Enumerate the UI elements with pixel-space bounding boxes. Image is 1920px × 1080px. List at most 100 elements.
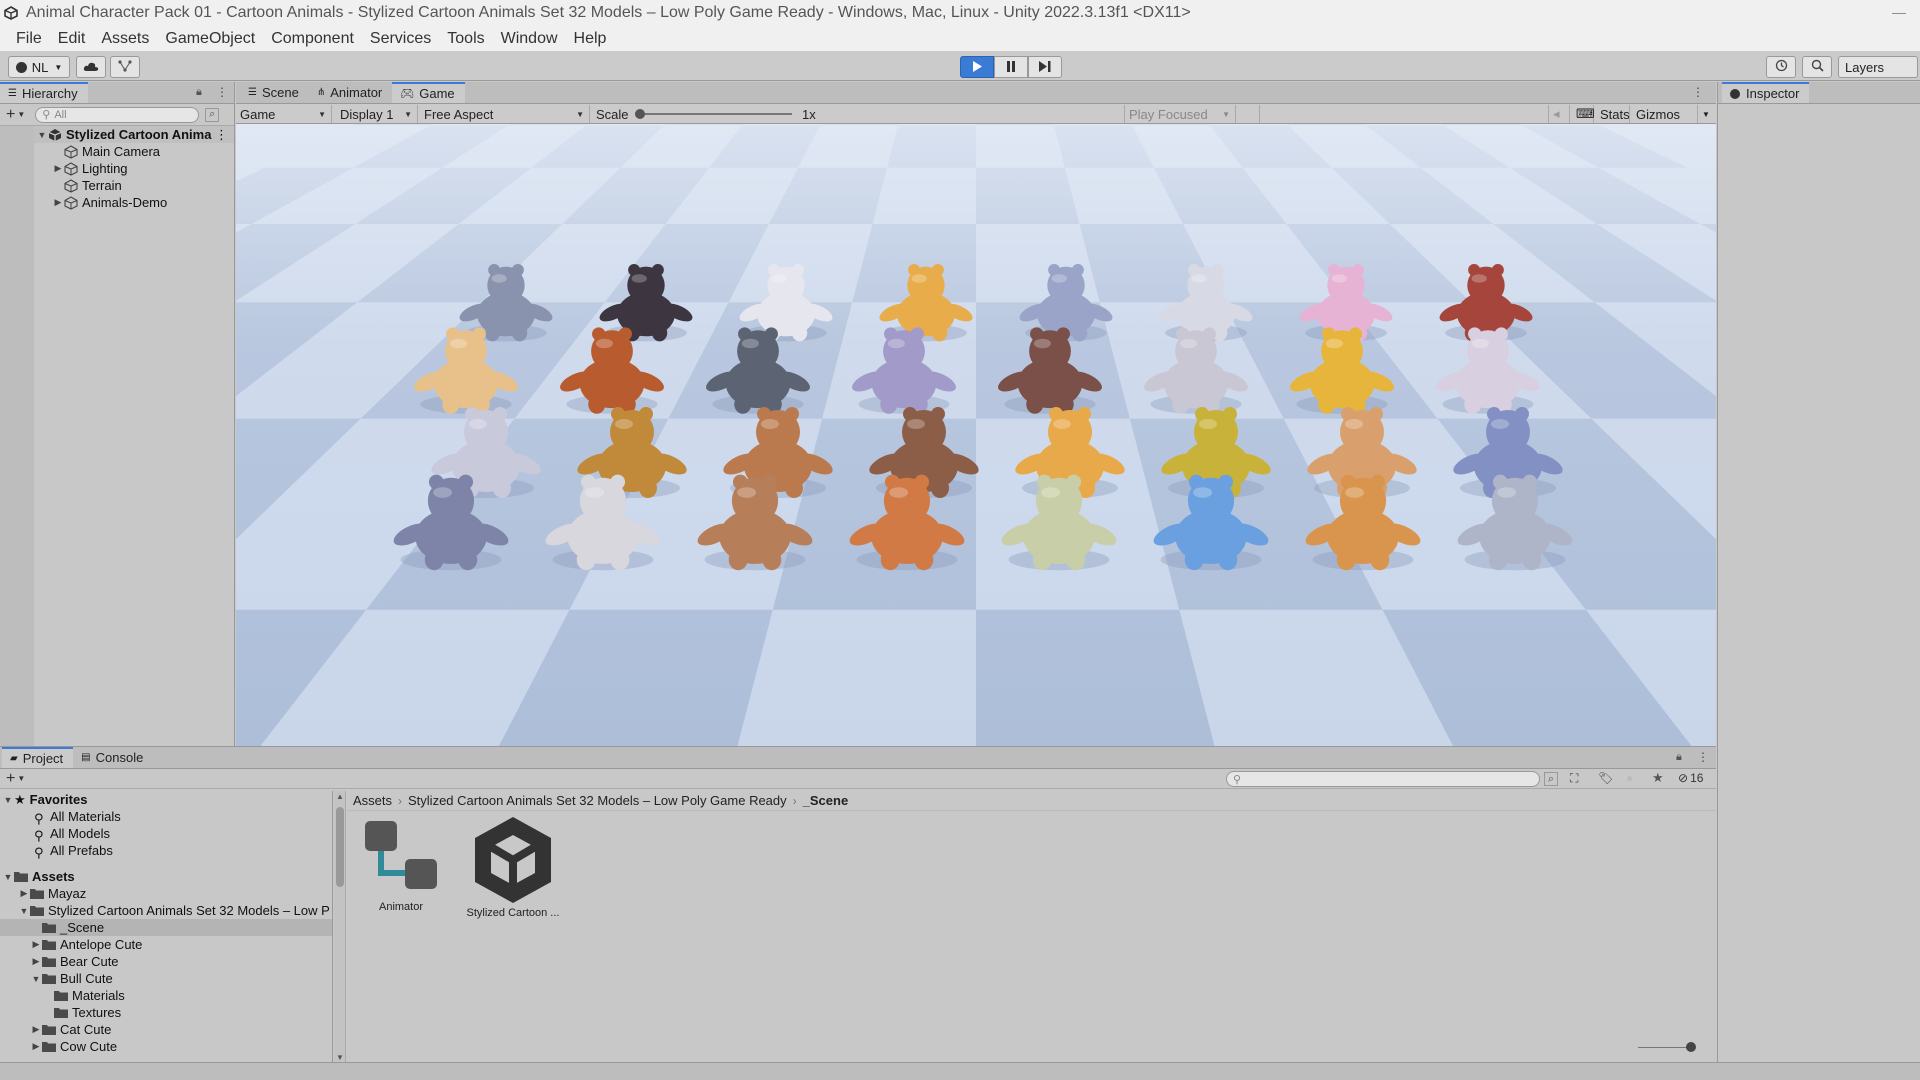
game-viewport[interactable] [236,124,1716,746]
project-tree-item[interactable]: _Scene [0,919,332,936]
favorite-item[interactable]: ⚲ All Materials [0,808,332,826]
favorites-header[interactable]: ▼ ★ Favorites [0,791,332,808]
tab-hierarchy[interactable]: ☰ Hierarchy [0,82,88,103]
filter-label-icon[interactable]: 🏷︎ [1598,771,1613,785]
expand-arrow-icon[interactable]: ▶ [52,163,64,174]
hierarchy-item-terrain[interactable]: Terrain [34,177,234,194]
menu-gameobject[interactable]: GameObject [157,30,263,48]
filter-import-icon[interactable]: ● [1626,771,1633,785]
more-options-icon[interactable]: ⋮ [1692,85,1704,99]
menu-help[interactable]: Help [566,30,615,48]
tab-animator[interactable]: ⋔ Animator [309,82,392,103]
hierarchy-scene-root[interactable]: ▼ Stylized Cartoon Anima ⋮ [34,126,234,143]
expand-arrow-icon[interactable]: ▼ [30,974,42,984]
search-options-icon[interactable]: ⌕ [205,107,220,122]
tab-scene[interactable]: ☰ Scene [240,82,309,103]
more-options-icon[interactable]: ⋮ [216,85,228,99]
scroll-down-icon[interactable]: ▼ [336,1053,344,1062]
expand-arrow-icon[interactable]: ▼ [2,872,14,882]
slider-handle[interactable] [1686,1042,1696,1052]
assets-header[interactable]: ▼ Assets [0,868,332,885]
menu-file[interactable]: File [8,30,50,48]
scale-slider[interactable] [635,109,792,119]
expand-arrow-icon[interactable]: ▶ [30,939,42,950]
gizmos-dropdown[interactable]: Gizmos [1632,105,1698,123]
breadcrumb-item-current[interactable]: _Scene [803,793,849,808]
lock-icon[interactable]: 🔒︎ [196,86,202,99]
project-tree-item[interactable]: Textures [0,1004,332,1021]
breadcrumb-item[interactable]: Assets [353,793,392,808]
expand-arrow-icon[interactable]: ▶ [18,888,30,899]
menu-component[interactable]: Component [263,30,362,48]
step-button[interactable] [1028,56,1062,78]
play-mode-dropdown[interactable]: Play Focused ▼ [1124,105,1236,123]
project-tree-item[interactable]: ▼ Stylized Cartoon Animals Set 32 Models … [0,902,332,919]
tab-console[interactable]: ▤ Console [73,747,153,768]
expand-arrow-icon[interactable]: ▶ [30,1041,42,1052]
expand-arrow-icon[interactable]: ▶ [30,956,42,967]
search-by-type-icon[interactable]: ⌕ [1544,772,1558,786]
favorite-star-icon[interactable]: ★ [1652,770,1664,786]
tab-inspector[interactable]: Inspector [1722,82,1810,103]
chevron-down-icon[interactable]: ▼ [17,774,25,783]
pause-button[interactable] [994,56,1028,78]
menu-services[interactable]: Services [362,30,439,48]
hierarchy-item-main-camera[interactable]: Main Camera [34,143,234,160]
filter-type-icon[interactable]: ⛶ [1570,771,1578,786]
project-tree-item[interactable]: Materials [0,987,332,1004]
lock-icon[interactable]: 🔒︎ [1676,751,1682,764]
asset-scene[interactable]: Stylized Cartoon ... [463,815,563,919]
expand-arrow-icon[interactable]: ▼ [18,906,30,916]
hierarchy-item-animals-demo[interactable]: ▶ Animals-Demo [34,194,234,211]
menu-window[interactable]: Window [493,30,566,48]
mute-audio-button[interactable] [1238,105,1260,123]
minimize-icon[interactable]: — [1892,4,1906,20]
scrollbar-thumb[interactable] [336,807,344,887]
cloud-button[interactable] [76,56,106,78]
more-options-icon[interactable]: ⋮ [215,127,228,143]
gizmos-chevron-icon[interactable]: ▼ [1698,105,1716,123]
project-tree-item[interactable]: ▶ Cat Cute [0,1021,332,1038]
account-dropdown[interactable]: NL ▼ [8,56,70,78]
aspect-dropdown[interactable]: Free Aspect ▼ [420,105,590,123]
game-render[interactable] [236,124,1716,746]
project-tree-item[interactable]: ▼ Bull Cute [0,970,332,987]
expand-arrow-icon[interactable]: ▶ [52,197,64,208]
scale-slider-handle[interactable] [635,109,645,119]
hidden-packages-button[interactable]: ⊘ 16 [1678,771,1703,785]
expand-arrow-icon[interactable]: ▼ [2,795,14,805]
project-tree-item[interactable]: ▶ Bear Cute [0,953,332,970]
expand-arrow-icon[interactable]: ▶ [30,1024,42,1035]
collab-button[interactable] [110,56,140,78]
hierarchy-search-input[interactable]: ⚲ All [35,106,200,123]
project-tree-item[interactable]: ▶ Mayaz [0,885,332,902]
expand-arrow-icon[interactable]: ▼ [36,130,48,140]
tab-project[interactable]: ▰ Project [2,747,74,768]
scroll-up-icon[interactable]: ▲ [336,792,344,801]
display-dropdown[interactable]: Display 1 ▼ [336,105,418,123]
play-button[interactable] [960,56,994,78]
project-tree-item[interactable]: ▶ Antelope Cute [0,936,332,953]
icon-size-slider[interactable] [1638,1041,1698,1053]
project-tree-scrollbar[interactable]: ▲ ▼ [334,791,346,1063]
game-mode-dropdown[interactable]: Game ▼ [236,105,332,123]
menu-edit[interactable]: Edit [50,30,94,48]
favorite-item[interactable]: ⚲ All Prefabs [0,842,332,860]
more-options-icon[interactable]: ⋮ [1697,750,1709,764]
breadcrumb-item[interactable]: Stylized Cartoon Animals Set 32 Models –… [408,793,787,808]
search-button[interactable] [1802,56,1832,78]
stats-button[interactable]: Stats [1596,105,1630,123]
chevron-down-icon[interactable]: ▼ [17,110,25,119]
add-icon[interactable]: + [6,770,15,788]
add-icon[interactable]: + [6,106,15,124]
project-search-input[interactable]: ⚲ [1226,771,1540,787]
favorite-item[interactable]: ⚲ All Models [0,825,332,843]
hierarchy-item-lighting[interactable]: ▶ Lighting [34,160,234,177]
tab-game[interactable]: 🎮︎ Game [392,82,465,103]
menu-assets[interactable]: Assets [93,30,157,48]
menu-tools[interactable]: Tools [439,30,492,48]
history-button[interactable] [1766,56,1796,78]
keyboard-icon[interactable]: ⌨ [1572,105,1595,123]
asset-animator[interactable]: Animator [351,815,451,913]
project-tree-item[interactable]: ▶ Cow Cute [0,1038,332,1055]
